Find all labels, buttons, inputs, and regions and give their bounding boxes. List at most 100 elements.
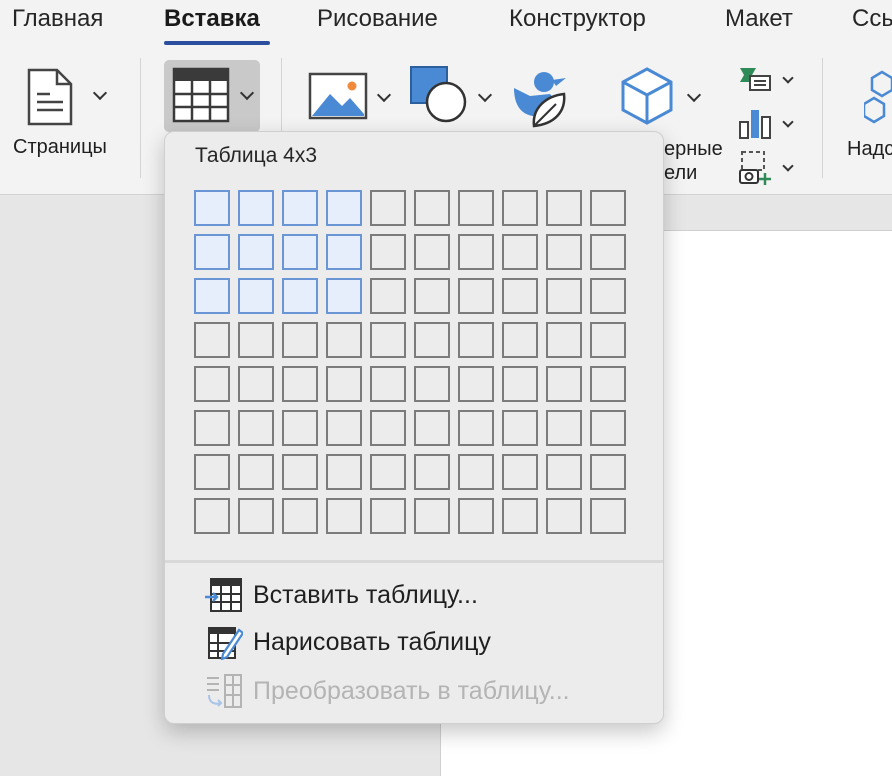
tab-draw[interactable]: Рисование (317, 5, 438, 33)
grid-cell[interactable] (370, 322, 406, 358)
grid-cell[interactable] (590, 322, 626, 358)
grid-cell[interactable] (546, 190, 582, 226)
grid-cell[interactable] (370, 234, 406, 270)
grid-cell-selected[interactable] (326, 278, 362, 314)
grid-cell[interactable] (414, 410, 450, 446)
grid-cell[interactable] (502, 322, 538, 358)
grid-cell-selected[interactable] (282, 278, 318, 314)
insert-table-menu-item[interactable]: Вставить таблицу... (205, 576, 645, 614)
grid-cell[interactable] (458, 278, 494, 314)
grid-cell[interactable] (414, 498, 450, 534)
grid-cell[interactable] (282, 498, 318, 534)
picture-icon (308, 72, 368, 120)
grid-cell[interactable] (326, 322, 362, 358)
grid-cell[interactable] (458, 322, 494, 358)
grid-cell[interactable] (546, 498, 582, 534)
table-icon (172, 67, 230, 123)
grid-cell[interactable] (590, 366, 626, 402)
grid-cell[interactable] (502, 190, 538, 226)
grid-cell-selected[interactable] (194, 278, 230, 314)
table-button[interactable] (164, 60, 260, 132)
tab-design[interactable]: Конструктор (509, 5, 646, 33)
grid-cell-selected[interactable] (326, 190, 362, 226)
grid-cell[interactable] (458, 410, 494, 446)
chevron-down-icon (782, 160, 794, 172)
tab-home[interactable]: Главная (12, 5, 103, 33)
grid-cell[interactable] (370, 410, 406, 446)
grid-cell[interactable] (370, 498, 406, 534)
grid-cell[interactable] (502, 498, 538, 534)
grid-cell[interactable] (282, 322, 318, 358)
grid-cell[interactable] (238, 454, 274, 490)
grid-cell[interactable] (414, 190, 450, 226)
grid-cell[interactable] (546, 278, 582, 314)
grid-cell[interactable] (194, 322, 230, 358)
grid-cell[interactable] (370, 366, 406, 402)
grid-cell[interactable] (282, 454, 318, 490)
grid-cell[interactable] (546, 234, 582, 270)
grid-cell[interactable] (590, 498, 626, 534)
grid-cell[interactable] (414, 234, 450, 270)
grid-cell[interactable] (546, 366, 582, 402)
grid-cell[interactable] (238, 322, 274, 358)
grid-cell[interactable] (326, 454, 362, 490)
grid-cell[interactable] (546, 322, 582, 358)
grid-cell[interactable] (458, 190, 494, 226)
grid-cell[interactable] (502, 366, 538, 402)
addins-label: Надс (847, 138, 892, 160)
grid-cell[interactable] (370, 278, 406, 314)
grid-cell-selected[interactable] (194, 234, 230, 270)
grid-cell[interactable] (590, 278, 626, 314)
grid-cell[interactable] (414, 278, 450, 314)
grid-cell-selected[interactable] (194, 190, 230, 226)
grid-cell[interactable] (282, 410, 318, 446)
tab-insert[interactable]: Вставка (164, 5, 260, 33)
grid-cell[interactable] (590, 234, 626, 270)
grid-cell[interactable] (458, 234, 494, 270)
grid-cell[interactable] (238, 410, 274, 446)
grid-cell[interactable] (370, 454, 406, 490)
grid-cell[interactable] (590, 410, 626, 446)
grid-cell[interactable] (546, 410, 582, 446)
grid-cell[interactable] (502, 278, 538, 314)
grid-cell[interactable] (194, 410, 230, 446)
grid-cell[interactable] (370, 190, 406, 226)
grid-cell[interactable] (194, 454, 230, 490)
chevron-down-icon (477, 87, 493, 103)
grid-cell[interactable] (194, 498, 230, 534)
tab-layout[interactable]: Макет (725, 5, 793, 33)
grid-cell[interactable] (238, 498, 274, 534)
grid-cell[interactable] (326, 410, 362, 446)
grid-cell[interactable] (326, 498, 362, 534)
grid-cell[interactable] (590, 454, 626, 490)
grid-cell[interactable] (502, 410, 538, 446)
grid-cell[interactable] (194, 366, 230, 402)
grid-cell[interactable] (502, 454, 538, 490)
grid-cell-selected[interactable] (282, 190, 318, 226)
grid-cell[interactable] (458, 498, 494, 534)
table-size-grid[interactable] (194, 190, 630, 534)
grid-cell[interactable] (282, 366, 318, 402)
grid-cell[interactable] (238, 366, 274, 402)
grid-cell[interactable] (414, 454, 450, 490)
grid-cell-selected[interactable] (326, 234, 362, 270)
grid-cell[interactable] (502, 234, 538, 270)
grid-cell[interactable] (326, 366, 362, 402)
grid-cell-selected[interactable] (238, 234, 274, 270)
grid-cell[interactable] (590, 190, 626, 226)
insert-table-dropdown: Таблица 4x3 Вставить таблицу... Нарисова… (164, 131, 664, 724)
chevron-down-icon (92, 85, 108, 101)
grid-cell[interactable] (458, 366, 494, 402)
chart-icon (739, 110, 771, 139)
tab-references[interactable]: Ссы (852, 5, 892, 33)
grid-cell-selected[interactable] (238, 278, 274, 314)
chevron-down-icon (782, 72, 794, 84)
grid-cell[interactable] (414, 366, 450, 402)
grid-cell[interactable] (458, 454, 494, 490)
grid-cell[interactable] (414, 322, 450, 358)
draw-table-menu-item[interactable]: Нарисовать таблицу (205, 623, 645, 661)
grid-cell-selected[interactable] (282, 234, 318, 270)
grid-cell-selected[interactable] (238, 190, 274, 226)
grid-cell[interactable] (546, 454, 582, 490)
ribbon-divider (140, 58, 141, 178)
